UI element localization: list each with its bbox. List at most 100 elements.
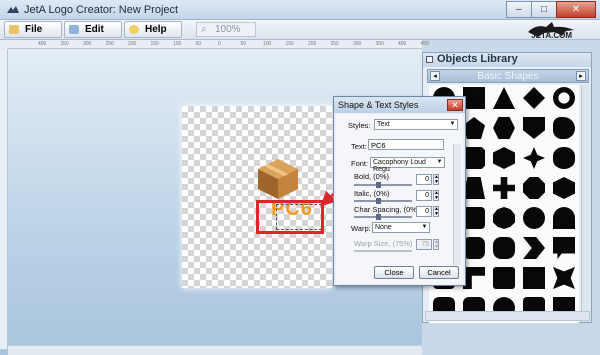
char-spacing-value-input[interactable]: 0 xyxy=(416,206,432,217)
corner-shape[interactable] xyxy=(463,267,485,289)
ruler-tick: 100 xyxy=(173,41,182,47)
ruler-tick: 400 xyxy=(398,41,407,47)
styles-label: Styles: xyxy=(348,121,371,130)
shield-shape[interactable] xyxy=(523,117,545,139)
edit-label: Edit xyxy=(85,24,104,35)
dialog-close-icon[interactable]: ✕ xyxy=(447,99,463,111)
italic-spinner[interactable]: ▲ ▼ xyxy=(433,190,439,201)
bold-spinner[interactable]: ▲ ▼ xyxy=(433,174,439,185)
objects-library-title: Objects Library xyxy=(423,53,591,67)
dialog-title: Shape & Text Styles ✕ xyxy=(334,97,465,113)
cancel-button[interactable]: Cancel xyxy=(419,266,459,279)
close-window-button[interactable]: ✕ xyxy=(556,1,596,18)
pin-icon[interactable] xyxy=(426,56,433,63)
bold-slider[interactable] xyxy=(354,184,412,186)
octagon-badge-shape[interactable] xyxy=(523,177,545,199)
cardboard-box-logo-icon[interactable] xyxy=(254,155,302,201)
text-label: Text: xyxy=(351,142,367,151)
bold-value-input[interactable]: 0 xyxy=(416,174,432,185)
library-horizontal-scrollbar[interactable] xyxy=(425,311,590,321)
bold-slider-thumb[interactable] xyxy=(376,182,381,188)
frame-shape[interactable] xyxy=(493,267,515,289)
edit-icon xyxy=(69,25,79,34)
warp-size-spinner[interactable]: ▲ ▼ xyxy=(433,239,439,250)
oval-shape[interactable] xyxy=(553,147,575,169)
file-icon xyxy=(9,25,19,34)
font-value: Cacophony Loud Regu xyxy=(373,159,426,173)
prev-category-button[interactable]: ◂ xyxy=(430,71,440,81)
minimize-button[interactable]: – xyxy=(506,1,532,18)
styles-value: Text xyxy=(377,121,390,128)
ruler-tick: 150 xyxy=(285,41,294,47)
warp-value: None xyxy=(375,224,392,231)
hexagon-tall-shape[interactable] xyxy=(553,177,575,199)
rounded-rect-shape[interactable] xyxy=(493,237,515,259)
edit-menu-button[interactable]: Edit xyxy=(64,21,122,38)
chevron-down-icon: ▼ xyxy=(449,121,456,127)
help-icon xyxy=(129,25,139,34)
warp-select[interactable]: None ▼ xyxy=(372,222,430,233)
italic-slider-thumb[interactable] xyxy=(376,198,381,204)
blob-shape[interactable] xyxy=(553,117,575,139)
canvas-horizontal-scrollbar[interactable] xyxy=(8,345,422,355)
next-category-button[interactable]: ▸ xyxy=(576,71,586,81)
dialog-body: Styles: Text ▼ Text: PC6 Font: Cacophony… xyxy=(336,114,463,284)
warp-label: Warp: xyxy=(351,224,371,233)
diamond-shape[interactable] xyxy=(523,87,545,109)
ruler-tick: 450 xyxy=(420,41,429,47)
badge-shape[interactable] xyxy=(493,207,515,229)
arch-shape[interactable] xyxy=(553,207,575,229)
text-input[interactable]: PC6 xyxy=(368,139,444,150)
ruler-tick: 100 xyxy=(263,41,272,47)
triangle-shape[interactable] xyxy=(493,87,515,109)
highlight-box xyxy=(256,200,324,234)
round-badge-shape[interactable] xyxy=(523,207,545,229)
ruler-tick: 50 xyxy=(195,41,202,47)
hexagon-shape[interactable] xyxy=(493,117,515,139)
italic-value-input[interactable]: 0 xyxy=(416,190,432,201)
ruler-tick: 0 xyxy=(218,41,221,47)
char-spacing-slider-thumb[interactable] xyxy=(376,214,381,220)
bevel-square-shape[interactable] xyxy=(463,147,485,169)
scalloped-shape[interactable] xyxy=(463,237,485,259)
speech-bubble-shape[interactable] xyxy=(553,237,575,259)
cube-shape[interactable] xyxy=(493,147,515,169)
library-vertical-scrollbar[interactable] xyxy=(581,85,591,322)
ruler-tick: 350 xyxy=(60,41,69,47)
char-spacing-slider[interactable] xyxy=(354,216,412,218)
flower-shape[interactable] xyxy=(523,147,545,169)
italic-slider[interactable] xyxy=(354,200,412,202)
square-shape[interactable] xyxy=(463,87,485,109)
dialog-vertical-scrollbar[interactable] xyxy=(453,144,461,265)
zoom-control[interactable]: ⌕ 100% xyxy=(196,22,256,37)
chevron-shape[interactable] xyxy=(523,237,545,259)
cross-shape[interactable] xyxy=(493,177,515,199)
styles-select[interactable]: Text ▼ xyxy=(374,119,458,130)
char-spacing-spinner[interactable]: ▲ ▼ xyxy=(433,206,439,217)
file-menu-button[interactable]: File xyxy=(4,21,62,38)
zoom-value: 100% xyxy=(215,24,241,35)
warp-size-label: Warp Size, (75%) xyxy=(354,239,413,248)
ring-shape[interactable] xyxy=(553,87,575,109)
trapezoid-shape[interactable] xyxy=(463,177,485,199)
pentagon-shape[interactable] xyxy=(463,117,485,139)
top-ruler: 400 350 300 250 200 150 100 50 0 50 100 150 200 250 30… xyxy=(8,40,429,49)
bold-label: Bold, (0%) xyxy=(354,172,390,181)
tall-rect-shape[interactable] xyxy=(463,207,485,229)
square-alt-shape[interactable] xyxy=(523,267,545,289)
ruler-tick: 200 xyxy=(308,41,317,47)
warp-size-slider[interactable] xyxy=(354,250,412,252)
ruler-tick: 250 xyxy=(105,41,114,47)
ruler-tick: 200 xyxy=(128,41,137,47)
close-button[interactable]: Close xyxy=(374,266,414,279)
concave-shape[interactable] xyxy=(553,267,575,289)
warp-size-value-input[interactable]: 75 xyxy=(416,239,432,250)
font-select[interactable]: Cacophony Loud Regu ▼ xyxy=(370,157,445,173)
menu-toolbar: File Edit Help ⌕ 100% xyxy=(0,20,600,40)
italic-label: Italic, (0%) xyxy=(354,189,390,198)
brand-text: JETA.COM xyxy=(531,31,572,40)
ruler-tick: 400 xyxy=(38,41,47,47)
maximize-button[interactable]: □ xyxy=(531,1,557,18)
help-menu-button[interactable]: Help xyxy=(124,21,182,38)
app-icon xyxy=(7,6,19,13)
